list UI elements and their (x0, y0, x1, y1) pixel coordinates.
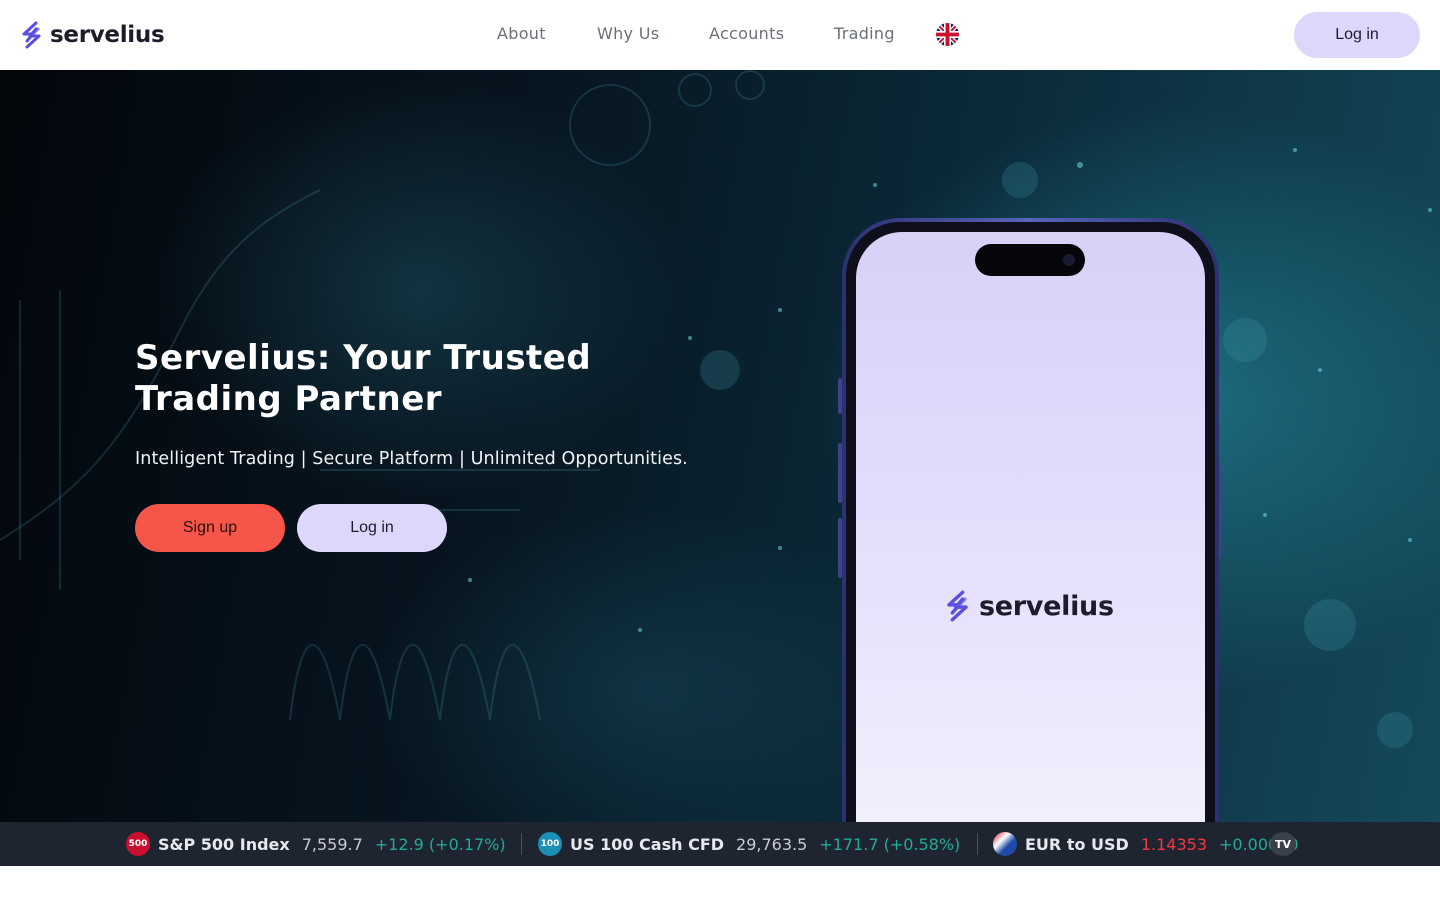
ticker-change: +12.9 (+0.17%) (374, 834, 506, 854)
nav-item-about[interactable]: About (497, 24, 546, 43)
ticker-price: 1.14353 (1140, 834, 1207, 854)
market-ticker[interactable]: 500 S&P 500 Index 7,559.7 +12.9 (+0.17%)… (0, 822, 1440, 866)
language-selector (936, 23, 959, 46)
servelius-logo-icon (22, 21, 41, 49)
brand-logo[interactable]: servelius (19, 20, 165, 50)
eur-usd-flag-icon (993, 832, 1017, 856)
servelius-logo-icon (947, 590, 968, 622)
hero-background-graphic (0, 70, 1432, 748)
header-login-button[interactable]: Log in (1294, 12, 1420, 58)
nav-item-trading[interactable]: Trading (834, 24, 895, 43)
hero-login-button[interactable]: Log in (297, 504, 447, 552)
brand-name: servelius (50, 22, 165, 48)
us100-icon: 100 (538, 832, 562, 856)
nav-item-why-us[interactable]: Why Us (597, 24, 659, 43)
camera-icon (1063, 254, 1075, 266)
sp500-icon: 500 (126, 832, 150, 856)
site-header: servelius About Why Us Accounts Trading … (0, 0, 1440, 70)
ticker-name: S&P 500 Index (158, 834, 290, 854)
ticker-name: EUR to USD (1025, 834, 1129, 854)
hero-section: Servelius: Your Trusted Trading Partner … (0, 70, 1440, 822)
phone-brand-name: servelius (979, 590, 1114, 622)
tradingview-logo-icon[interactable]: TV (1270, 832, 1296, 856)
ticker-price: 7,559.7 (301, 834, 363, 854)
phone-screen: servelius (856, 232, 1205, 822)
ticker-item-sp500[interactable]: 500 S&P 500 Index 7,559.7 +12.9 (+0.17%) (126, 822, 506, 866)
phone-brand-logo: servelius (943, 590, 1114, 622)
ticker-divider (521, 833, 522, 855)
phone-dynamic-island (975, 244, 1085, 276)
ticker-item-eurusd[interactable]: EUR to USD 1.14353 +0.00070 (993, 822, 1299, 866)
signup-button[interactable]: Sign up (135, 504, 285, 552)
uk-flag-icon[interactable] (936, 23, 959, 46)
page-bottom (0, 866, 1440, 900)
ticker-price: 29,763.5 (736, 834, 808, 854)
ticker-item-us100[interactable]: 100 US 100 Cash CFD 29,763.5 +171.7 (+0.… (538, 822, 960, 866)
hero-subtitle: Intelligent Trading | Secure Platform | … (135, 449, 688, 469)
ticker-change: +171.7 (+0.58%) (819, 834, 961, 854)
ticker-divider (977, 833, 978, 855)
nav-item-accounts[interactable]: Accounts (709, 24, 784, 43)
ticker-name: US 100 Cash CFD (570, 834, 725, 854)
phone-mockup: servelius (842, 218, 1219, 822)
hero-title: Servelius: Your Trusted Trading Partner (135, 338, 592, 419)
phone-bezel: servelius (846, 222, 1215, 822)
